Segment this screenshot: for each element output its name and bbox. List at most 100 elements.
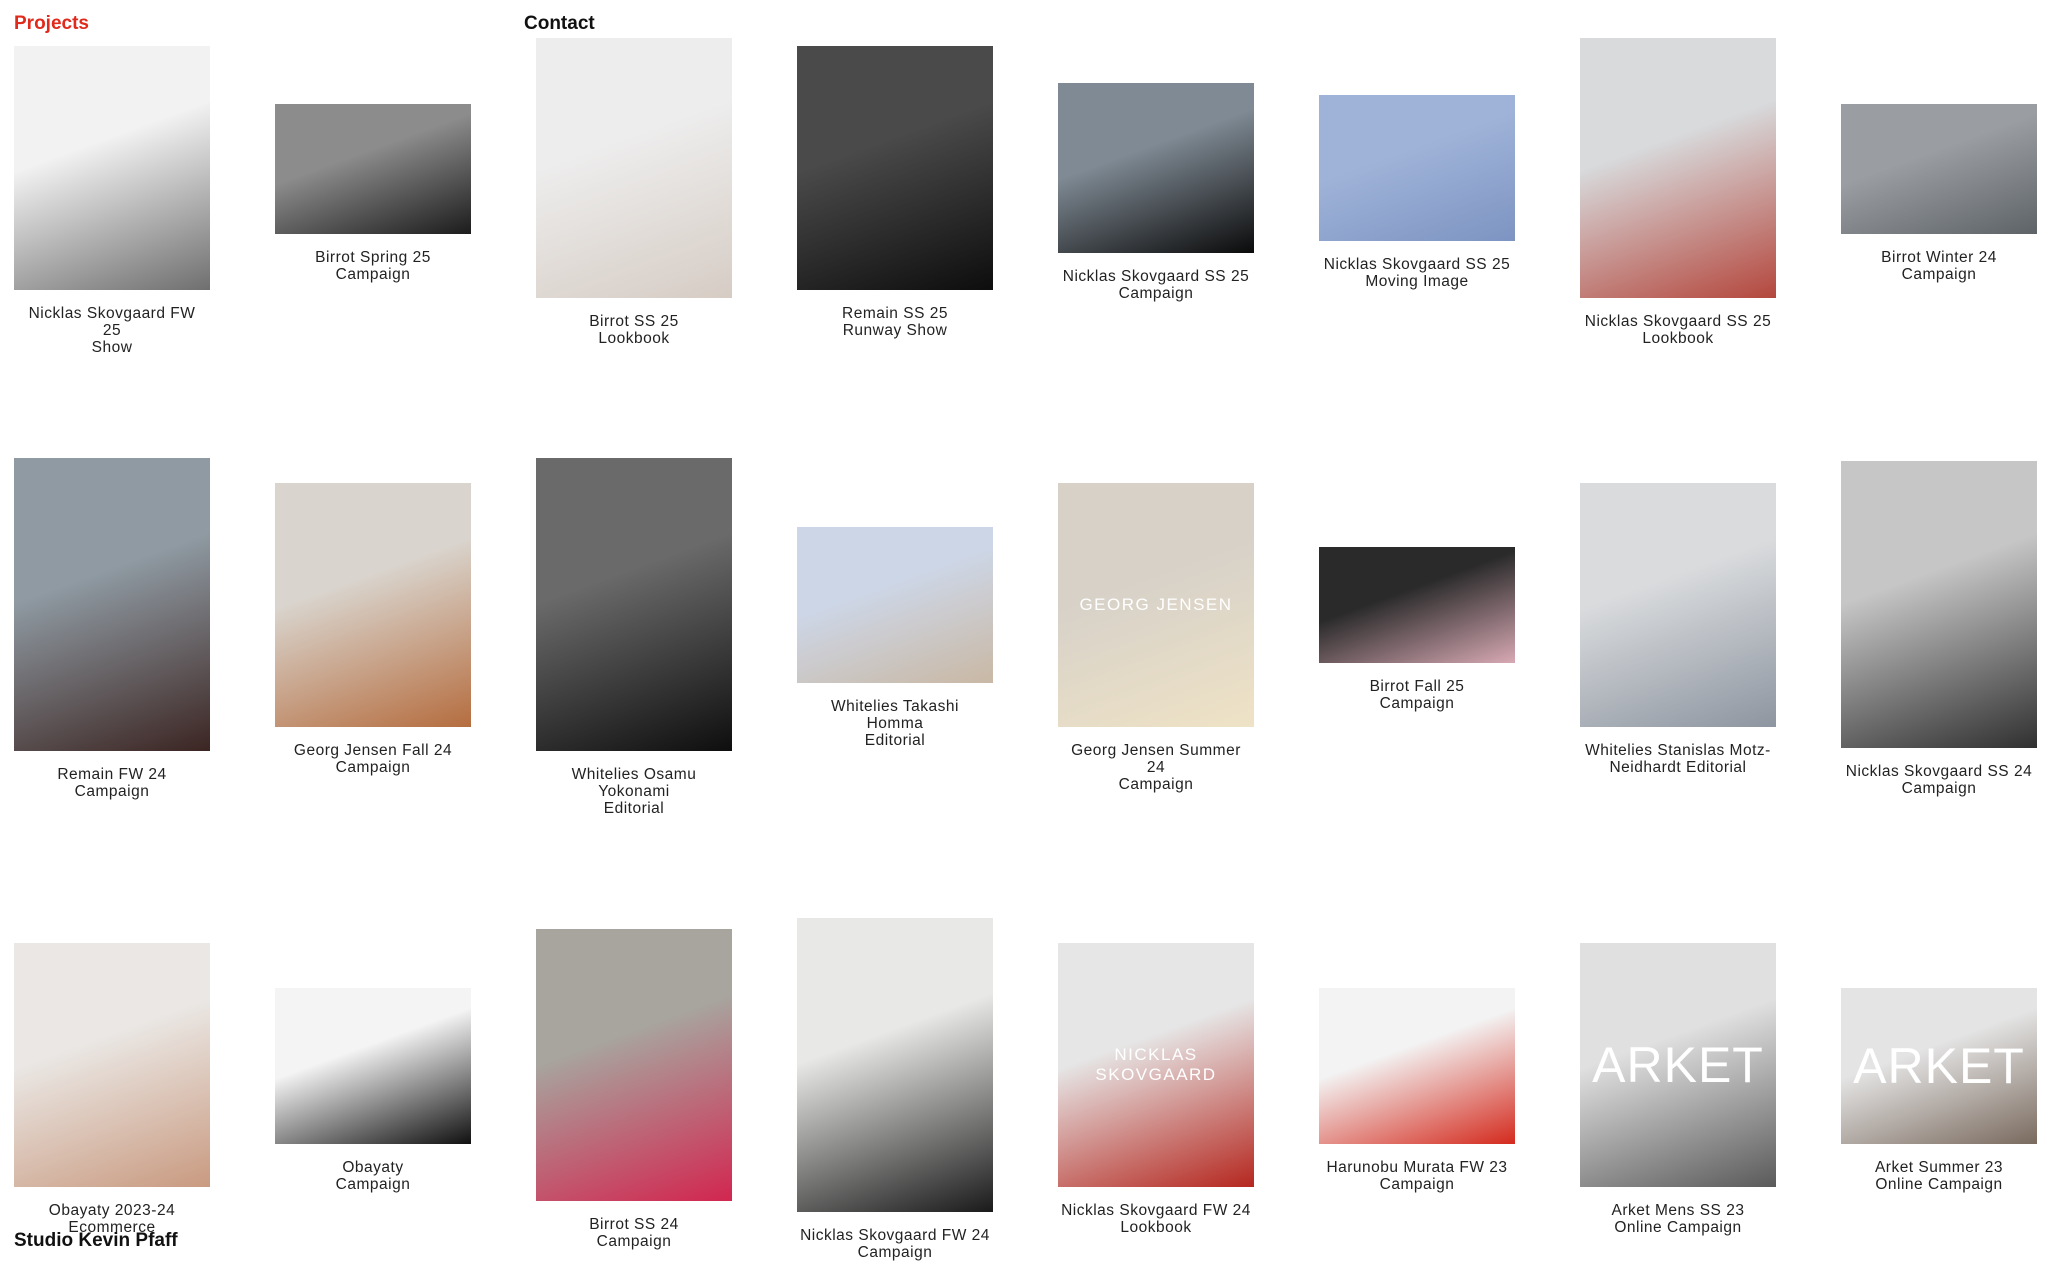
project-caption-line: Whitelies Takashi [831,698,959,715]
project-caption[interactable]: Nicklas Skovgaard SS 25 Moving Image [1319,256,1515,290]
project-card[interactable]: Remain FW 24 Campaign [14,458,210,800]
project-caption-line: Georg Jensen Fall 24 [293,742,453,759]
project-thumbnail[interactable] [1058,83,1254,253]
nav-projects-link[interactable]: Projects [14,13,89,35]
project-card[interactable]: Birrot SS 24 Campaign [536,929,732,1250]
project-card[interactable]: Birrot Winter 24 Campaign [1841,104,2037,283]
project-card[interactable]: ARKET Arket Mens SS 23 Online Campaign [1580,943,1776,1236]
nav-contact-link[interactable]: Contact [524,13,595,35]
project-caption[interactable]: Harunobu Murata FW 23 Campaign [1319,1159,1515,1193]
project-card[interactable]: Nicklas Skovgaard SS 24 Campaign [1841,461,2037,797]
project-card[interactable]: Nicklas Skovgaard FW 24 Campaign [797,918,993,1261]
project-card[interactable]: NICKLAS SKOVGAARD Nicklas Skovgaard FW 24… [1058,943,1254,1236]
project-thumbnail[interactable] [14,943,210,1187]
project-thumbnail[interactable] [275,104,471,234]
project-caption[interactable]: Nicklas Skovgaard SS 24 Campaign [1841,763,2037,797]
project-thumbnail[interactable] [14,458,210,751]
project-caption-line: Whitelies Osamu [571,766,697,783]
project-caption-line: Moving Image [1365,273,1469,290]
project-thumbnail[interactable] [1319,547,1515,663]
project-caption[interactable]: Georg Jensen Fall 24 Campaign [275,742,471,776]
project-caption[interactable]: Nicklas Skovgaard SS 25 Campaign [1058,268,1254,302]
project-caption[interactable]: Birrot Winter 24 Campaign [1841,249,2037,283]
project-card[interactable]: GEORG JENSEN Georg Jensen Summer 24 Campaig… [1058,483,1254,793]
project-card[interactable]: Obayaty 2023-24 Ecommerce [14,943,210,1236]
project-caption[interactable]: Nicklas Skovgaard SS 25 Lookbook [1580,313,1776,347]
project-card[interactable]: Whitelies Stanislas Motz- Neidhardt Edito… [1580,483,1776,776]
project-caption-line: Birrot SS 25 [589,313,679,330]
project-thumbnail[interactable]: NICKLAS SKOVGAARD [1058,943,1254,1187]
project-caption[interactable]: Obayaty Campaign [275,1159,471,1193]
project-card[interactable]: Whitelies Takashi Homma Editorial [797,527,993,749]
project-caption-line: Harunobu Murata FW 23 [1326,1159,1508,1176]
project-caption[interactable]: Remain SS 25 Runway Show [797,305,993,339]
project-caption-line: Remain SS 25 [842,305,948,322]
project-caption-line: Nicklas Skovgaard SS 25 [1062,268,1250,285]
project-thumbnail[interactable]: GEORG JENSEN [1058,483,1254,727]
project-caption[interactable]: Birrot Spring 25 Campaign [275,249,471,283]
thumbnail-brand-overlay: ARKET [1853,1038,2025,1094]
project-caption-line: Nicklas Skovgaard SS 25 [1584,313,1772,330]
project-caption-line: Nicklas Skovgaard SS 25 [1323,256,1511,273]
project-caption[interactable]: Arket Summer 23 Online Campaign [1841,1159,2037,1193]
project-caption[interactable]: Birrot Fall 25 Campaign [1319,678,1515,712]
project-thumbnail[interactable] [14,46,210,290]
project-card[interactable]: Birrot SS 25 Lookbook [536,38,732,347]
project-caption[interactable]: Remain FW 24 Campaign [14,766,210,800]
project-thumbnail[interactable] [797,918,993,1212]
project-thumbnail[interactable] [1841,104,2037,234]
project-thumbnail[interactable] [1319,988,1515,1144]
project-card[interactable]: Nicklas Skovgaard FW 25 Show [14,46,210,356]
project-caption[interactable]: Whitelies Takashi Homma Editorial [797,698,993,749]
project-caption-line: Online Campaign [1875,1176,2003,1193]
project-thumbnail[interactable] [536,38,732,298]
project-thumbnail[interactable] [536,458,732,751]
project-card[interactable]: Nicklas Skovgaard SS 25 Moving Image [1319,95,1515,290]
project-card[interactable]: Georg Jensen Fall 24 Campaign [275,483,471,776]
project-thumbnail[interactable] [797,46,993,290]
project-card[interactable]: Remain SS 25 Runway Show [797,46,993,339]
project-thumbnail[interactable] [275,988,471,1144]
project-card[interactable]: Harunobu Murata FW 23 Campaign [1319,988,1515,1193]
project-caption[interactable]: Birrot SS 25 Lookbook [536,313,732,347]
project-caption-line: Campaign [335,1176,411,1193]
project-thumbnail[interactable] [1580,38,1776,298]
project-caption[interactable]: Arket Mens SS 23 Online Campaign [1580,1202,1776,1236]
project-caption-line: Show [91,339,133,356]
project-caption-line: Birrot Winter 24 [1881,249,1997,266]
project-thumbnail[interactable] [1580,483,1776,727]
project-card[interactable]: Birrot Spring 25 Campaign [275,104,471,283]
project-caption-line: Campaign [1118,776,1194,793]
project-caption[interactable]: Whitelies Stanislas Motz- Neidhardt Edito… [1580,742,1776,776]
project-caption-line: Whitelies Stanislas Motz- [1585,742,1771,759]
project-card[interactable]: Birrot Fall 25 Campaign [1319,547,1515,712]
project-caption[interactable]: Nicklas Skovgaard FW 24 Campaign [797,1227,993,1261]
project-card[interactable]: Nicklas Skovgaard SS 25 Lookbook [1580,38,1776,347]
project-caption-line: Nicklas Skovgaard FW [28,305,196,322]
project-thumbnail[interactable] [1841,461,2037,748]
project-caption-line: Obayaty [342,1159,404,1176]
project-caption[interactable]: Whitelies Osamu Yokonami Editorial [536,766,732,817]
project-card[interactable]: Whitelies Osamu Yokonami Editorial [536,458,732,817]
project-card[interactable]: Obayaty Campaign [275,988,471,1193]
project-caption[interactable]: Nicklas Skovgaard FW 25 Show [14,305,210,356]
project-thumbnail[interactable] [797,527,993,683]
project-card[interactable]: Nicklas Skovgaard SS 25 Campaign [1058,83,1254,302]
project-thumbnail[interactable] [1319,95,1515,241]
project-caption[interactable]: Georg Jensen Summer 24 Campaign [1058,742,1254,793]
project-thumbnail[interactable] [536,929,732,1201]
studio-name: Studio Kevin Pfaff [14,1230,178,1251]
project-caption-line: Campaign [1379,1176,1455,1193]
project-caption[interactable]: Nicklas Skovgaard FW 24 Lookbook [1058,1202,1254,1236]
project-caption-line: Lookbook [1120,1219,1192,1236]
project-caption-line: 25 [102,322,122,339]
project-card[interactable]: ARKET Arket Summer 23 Online Campaign [1841,988,2037,1193]
project-caption-line: Campaign [335,759,411,776]
project-caption-line: Campaign [596,1233,672,1250]
project-caption[interactable]: Birrot SS 24 Campaign [536,1216,732,1250]
project-thumbnail[interactable] [275,483,471,727]
project-caption-line: Lookbook [598,330,670,347]
project-thumbnail[interactable]: ARKET [1841,988,2037,1144]
project-caption-line: Birrot SS 24 [589,1216,679,1233]
project-thumbnail[interactable]: ARKET [1580,943,1776,1187]
